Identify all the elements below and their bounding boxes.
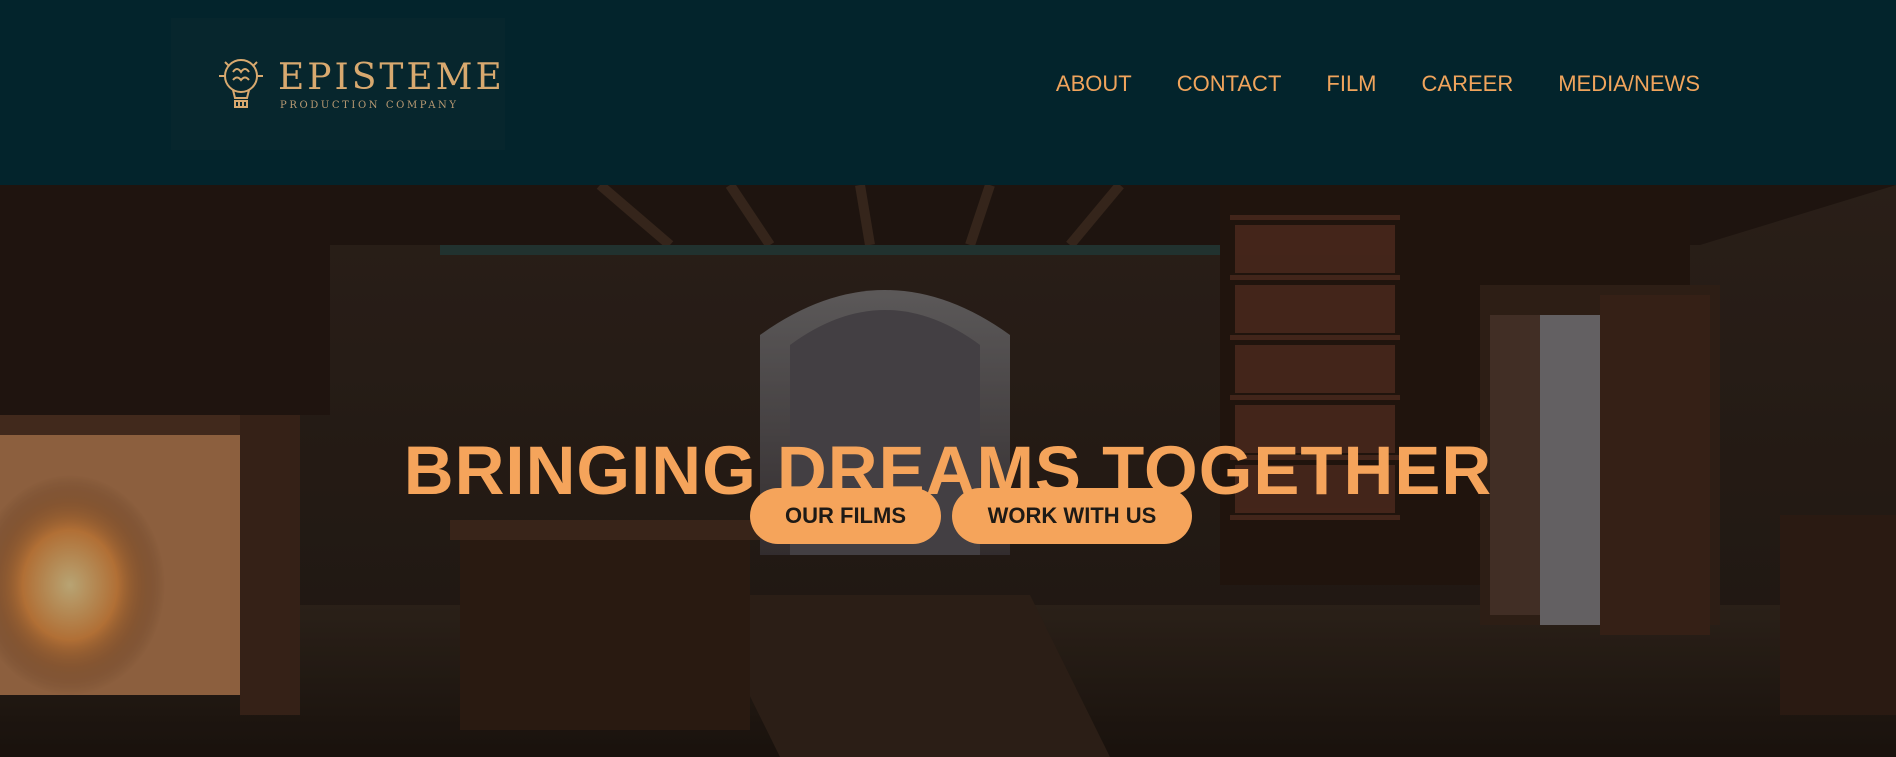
nav-about[interactable]: ABOUT bbox=[1056, 70, 1132, 98]
hero-banner: BRINGING DREAMS TOGETHER OUR FILMS WORK … bbox=[0, 185, 1896, 757]
logo-tagline: PRODUCTION COMPANY bbox=[280, 100, 459, 111]
nav-media-news[interactable]: MEDIA/NEWS bbox=[1558, 70, 1700, 98]
logo-wordmark: EPISTEME bbox=[278, 57, 505, 98]
our-films-button[interactable]: OUR FILMS bbox=[750, 488, 941, 544]
main-nav: ABOUT CONTACT FILM CAREER MEDIA/NEWS bbox=[1011, 70, 1700, 98]
work-with-us-button[interactable]: WORK WITH US bbox=[952, 488, 1192, 544]
site-header: EPISTEME PRODUCTION COMPANY ABOUT CONTAC… bbox=[0, 0, 1896, 185]
logo[interactable]: EPISTEME PRODUCTION COMPANY bbox=[171, 18, 505, 150]
nav-career[interactable]: CAREER bbox=[1422, 70, 1514, 98]
lightbulb-brain-icon bbox=[219, 59, 263, 108]
hero-title: BRINGING DREAMS TOGETHER bbox=[403, 432, 1493, 510]
nav-film[interactable]: FILM bbox=[1326, 70, 1376, 98]
nav-contact[interactable]: CONTACT bbox=[1177, 70, 1282, 98]
